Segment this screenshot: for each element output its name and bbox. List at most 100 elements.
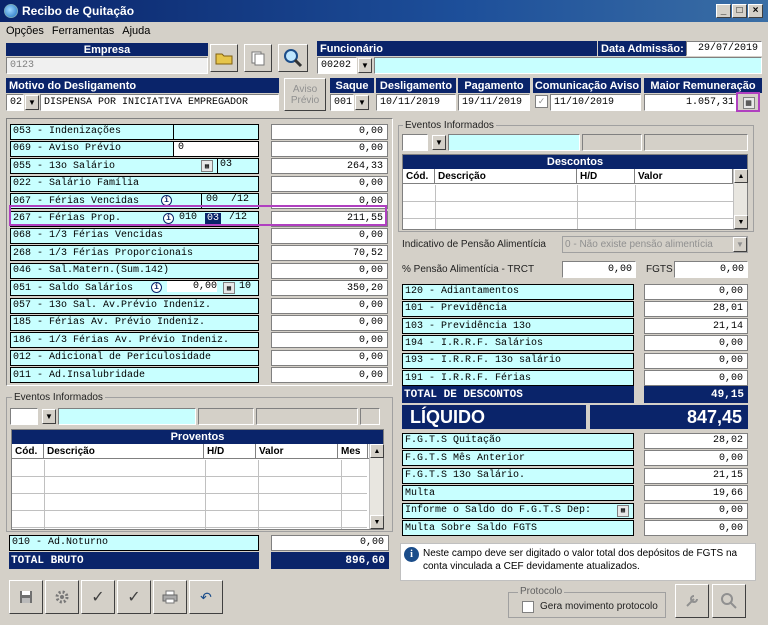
aviso-dias[interactable]: 0 — [173, 141, 258, 156]
fgts-value[interactable]: 19,66 — [644, 485, 748, 501]
saque-dropdown[interactable]: ▼ — [355, 95, 369, 110]
motivo-dropdown[interactable]: ▼ — [25, 95, 39, 110]
empresa-input[interactable]: 0123 — [6, 57, 208, 74]
ferias-vencidas-meses[interactable]: 00 — [201, 194, 229, 209]
ferias-prop-meses[interactable]: 03 — [205, 212, 222, 226]
saldo-salario-valor[interactable]: 0,00 — [167, 281, 217, 293]
menu-ferramentas[interactable]: Ferramentas — [52, 25, 114, 37]
info-icon: i — [404, 547, 419, 562]
col-cod: Cód. — [403, 169, 435, 183]
folder-icon — [215, 53, 233, 65]
descontos-code-input[interactable] — [402, 134, 428, 151]
verba-value[interactable]: 0,00 — [270, 349, 388, 366]
undo-button[interactable]: ↶ — [189, 580, 223, 614]
desligamento-date-input[interactable]: 10/11/2019 — [376, 94, 456, 111]
fgts-value[interactable]: 0,00 — [644, 450, 748, 466]
scroll-up-arrow[interactable]: ▲ — [734, 169, 748, 183]
comunicacao-checkbox[interactable]: ✓ — [535, 95, 548, 108]
verba-value[interactable]: 0,00 — [270, 314, 388, 331]
fgts-input[interactable]: 0,00 — [674, 261, 748, 278]
scroll-down-arrow[interactable]: ▼ — [370, 515, 384, 529]
verba-value[interactable]: 0,00 — [270, 175, 388, 192]
info-icon[interactable]: i — [161, 195, 172, 207]
fgts-value[interactable]: 0,00 — [644, 520, 748, 536]
fgts-value[interactable]: 21,15 — [644, 467, 748, 484]
aviso-previo-button[interactable]: Aviso Prévio — [284, 78, 326, 111]
fgts-value[interactable]: 28,02 — [644, 432, 748, 449]
minimize-button[interactable]: _ — [716, 4, 731, 18]
verba-value[interactable]: 0,00 — [270, 193, 388, 210]
desconto-value[interactable]: 0,00 — [644, 352, 748, 369]
saque-code-input[interactable]: 001 — [330, 94, 354, 111]
calculator-icon[interactable]: ▦ — [201, 160, 213, 173]
pagamento-date-input[interactable]: 19/11/2019 — [458, 94, 530, 111]
pensao-select[interactable]: 0 - Não existe pensão alimentícia ▼ — [562, 236, 748, 253]
settings-button[interactable] — [45, 580, 79, 614]
verba-value[interactable]: 0,00 — [270, 123, 388, 140]
proventos-hd-field — [198, 408, 254, 425]
fgts-row: F.G.T.S Quitação 28,02 — [402, 432, 748, 449]
liquido-value: 847,45 — [590, 405, 748, 429]
descontos-dropdown[interactable]: ▼ — [432, 135, 446, 150]
protocolo-checkbox[interactable] — [522, 601, 534, 613]
chevron-down-icon: ▼ — [733, 237, 747, 252]
col-mes: Mes — [338, 444, 368, 458]
scroll-up-arrow[interactable]: ▲ — [370, 444, 384, 458]
motivo-code-input[interactable]: 02 — [6, 94, 24, 111]
total-bruto-value: 896,60 — [271, 552, 389, 569]
verba-label: 069 - Aviso Prévio 0 — [10, 140, 259, 157]
maximize-button[interactable]: □ — [732, 4, 747, 18]
descontos-grid[interactable]: Descontos Cód. Descrição H/D Valor ▲ ▼ — [402, 154, 748, 230]
exit-button[interactable] — [712, 584, 746, 618]
verba-value[interactable]: 0,00 — [270, 227, 388, 244]
verba-value[interactable]: 0,00 — [270, 332, 388, 349]
desconto-value[interactable]: 0,00 — [644, 335, 748, 352]
print-button[interactable] — [153, 580, 187, 614]
verba-value[interactable]: 264,33 — [270, 158, 388, 175]
calculator-icon[interactable]: ▦ — [223, 282, 235, 295]
verba-value[interactable]: 0,00 — [270, 297, 388, 314]
saldo-salario-dias[interactable]: 10 — [239, 281, 258, 292]
decimo-meses[interactable]: 03 — [217, 159, 258, 174]
copy-button[interactable] — [244, 44, 272, 72]
verba-value[interactable]: 211,55 — [270, 210, 388, 227]
ad-noturno-value[interactable]: 0,00 — [271, 534, 389, 551]
menu-ajuda[interactable]: Ajuda — [122, 25, 150, 37]
title-bar: Recibo de Quitação _ □ × — [0, 0, 768, 22]
ferias-prop-dias[interactable]: 010 — [177, 212, 203, 226]
proventos-dropdown[interactable]: ▼ — [42, 409, 56, 424]
calculator-icon[interactable]: ▦ — [617, 504, 629, 517]
desconto-value[interactable]: 0,00 — [644, 283, 748, 300]
proventos-code-input[interactable] — [10, 408, 38, 425]
confirm-button[interactable]: ✓ — [81, 580, 115, 614]
verba-value[interactable]: 350,20 — [270, 280, 388, 297]
proventos-grid[interactable]: Proventos Cód. Descrição H/D Valor Mes ▲… — [11, 429, 384, 530]
close-button[interactable]: × — [748, 4, 763, 18]
save-button[interactable] — [9, 580, 43, 614]
proventos-scrollbar[interactable]: ▲ ▼ — [369, 444, 384, 529]
verba-value[interactable]: 0,00 — [270, 262, 388, 279]
proventos-valor-field — [256, 408, 358, 425]
menu-opcoes[interactable]: Opções — [6, 25, 44, 37]
info-icon[interactable]: i — [151, 282, 162, 294]
verba-value[interactable]: 0,00 — [270, 140, 388, 157]
desconto-value[interactable]: 21,14 — [644, 318, 748, 335]
descontos-scrollbar[interactable]: ▲ ▼ — [733, 169, 748, 229]
desconto-value[interactable]: 0,00 — [644, 370, 748, 386]
tools-button[interactable] — [675, 584, 709, 618]
search-button[interactable] — [278, 44, 308, 72]
pct-pensao-input[interactable]: 0,00 — [562, 261, 636, 278]
funcionario-code-input[interactable]: 00202 — [317, 57, 357, 74]
fgts-value[interactable]: 0,00 — [644, 502, 748, 519]
confirm-all-button[interactable]: ✓ — [117, 580, 151, 614]
verba-value[interactable]: 70,52 — [270, 245, 388, 262]
funcionario-dropdown[interactable]: ▼ — [358, 58, 372, 73]
open-folder-button[interactable] — [210, 44, 238, 72]
comunicacao-date-input[interactable]: 11/10/2019 — [550, 94, 641, 111]
desconto-value[interactable]: 28,01 — [644, 300, 748, 317]
scroll-down-arrow[interactable]: ▼ — [734, 215, 748, 229]
verba-value[interactable]: 0,00 — [270, 367, 388, 384]
maior-remuneracao-calc-button[interactable]: ▦ — [740, 95, 757, 110]
verba-label-text: 186 - 1/3 Férias Av. Prévio Indeniz. — [13, 334, 230, 346]
info-icon[interactable]: i — [163, 212, 174, 224]
